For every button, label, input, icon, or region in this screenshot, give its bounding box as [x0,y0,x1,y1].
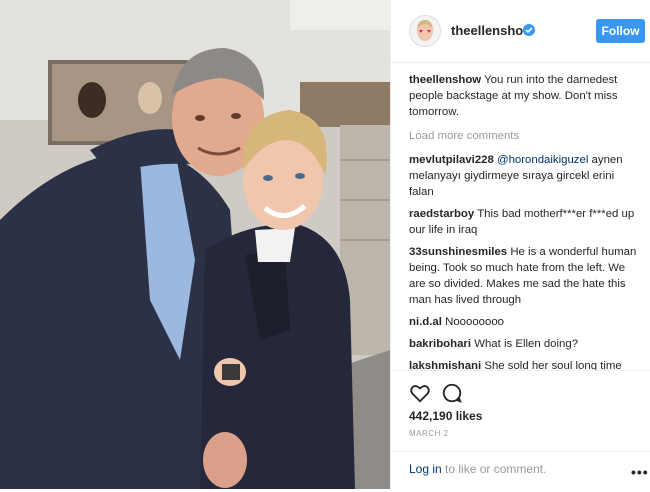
post-username[interactable]: theellenshow [451,23,533,38]
avatar[interactable] [409,15,441,47]
list-item: lakshmishani She sold her soul long time… [409,358,641,370]
post-header: theellenshow Follow [391,0,650,63]
login-bar: Log in to like or comment. ••• [391,451,650,492]
comment-username[interactable]: bakribohari [409,338,471,350]
heart-icon[interactable] [409,382,431,404]
login-prompt-text: to like or comment. [441,462,547,476]
post-panel: theellenshow Follow theellenshow You run… [390,0,650,489]
login-link[interactable]: Log in [409,462,442,476]
comment-mention[interactable]: @horondaikiguzel [497,154,588,166]
list-item: bakribohari What is Ellen doing? [409,336,641,352]
comment-icon[interactable] [441,382,463,404]
load-more-comments-link[interactable]: Load more comments [409,128,641,144]
login-prompt: Log in to like or comment. [409,462,546,476]
comment-username[interactable]: raedstarboy [409,208,474,220]
more-options-icon[interactable]: ••• [631,464,649,480]
comment-username[interactable]: 33sunshinesmiles [409,246,507,258]
list-item: ni.d.al Noooooooo [409,314,641,330]
comment-text: Noooooooo [445,316,504,328]
caption: theellenshow You run into the darnedest … [409,72,641,120]
comment-text: What is Ellen doing? [474,338,579,350]
comments-list[interactable]: theellenshow You run into the darnedest … [409,72,641,370]
post-photo[interactable] [0,0,390,489]
verified-badge-icon [523,24,535,36]
list-item: raedstarboy This bad motherf***er f***ed… [409,206,641,238]
post-date: MARCH 2 [409,429,449,438]
likes-count[interactable]: 442,190 likes [409,409,482,423]
follow-button[interactable]: Follow [596,19,645,43]
comment-username[interactable]: mevlutpilavi228 [409,154,494,166]
list-item: mevlutpilavi228 @horondaikiguzel aynen m… [409,152,641,200]
post-actions: 442,190 likes MARCH 2 Log in to like or … [391,370,650,491]
list-item: 33sunshinesmiles He is a wonderful human… [409,244,641,308]
comment-username[interactable]: ni.d.al [409,316,442,328]
caption-username[interactable]: theellenshow [409,74,481,86]
comment-username[interactable]: lakshmishani [409,360,481,370]
